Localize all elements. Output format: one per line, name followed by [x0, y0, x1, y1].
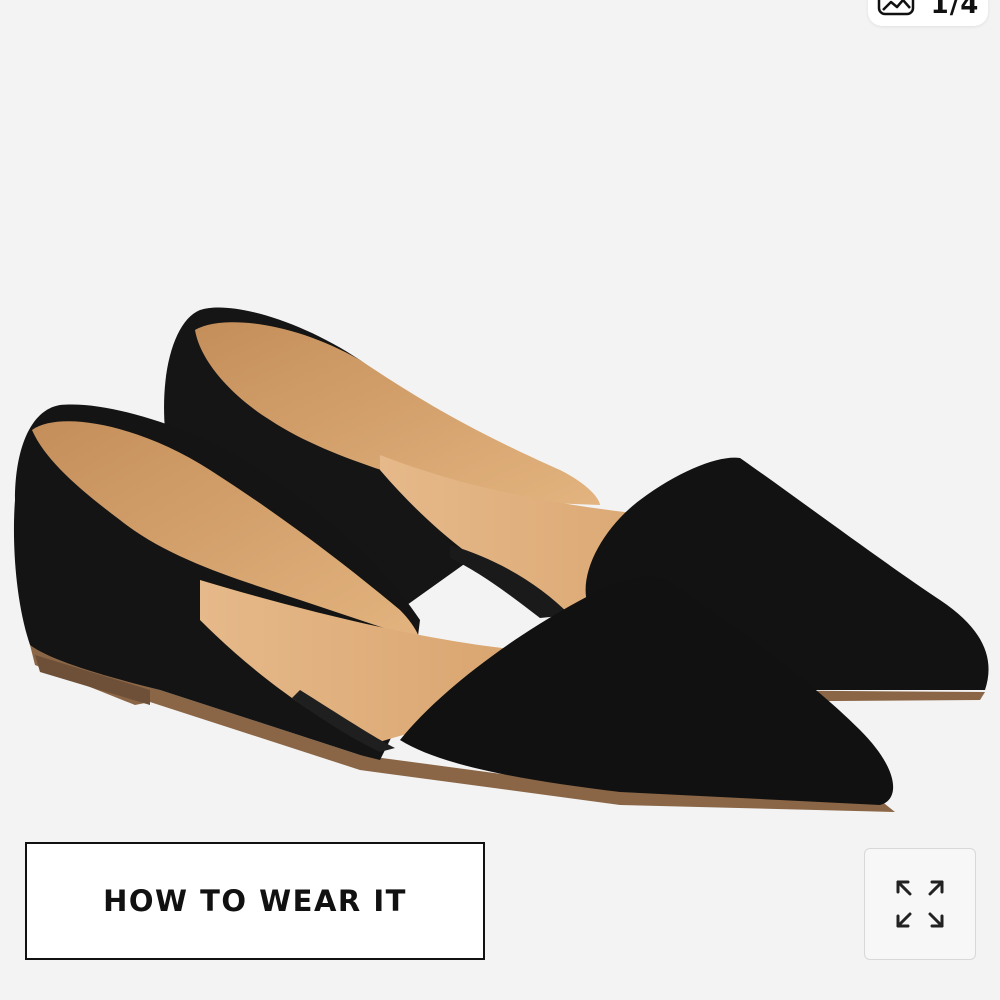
expand-arrows-icon	[896, 880, 944, 928]
expand-button[interactable]	[864, 848, 976, 960]
how-to-wear-button[interactable]: HOW TO WEAR IT	[25, 842, 485, 960]
product-gallery[interactable]: 1/4 HOW TO WEAR IT	[0, 0, 1000, 1000]
image-counter: 1/4	[868, 0, 988, 26]
gallery-icon	[877, 0, 914, 16]
image-counter-text: 1/4	[930, 0, 980, 20]
how-to-wear-label: HOW TO WEAR IT	[103, 884, 407, 918]
